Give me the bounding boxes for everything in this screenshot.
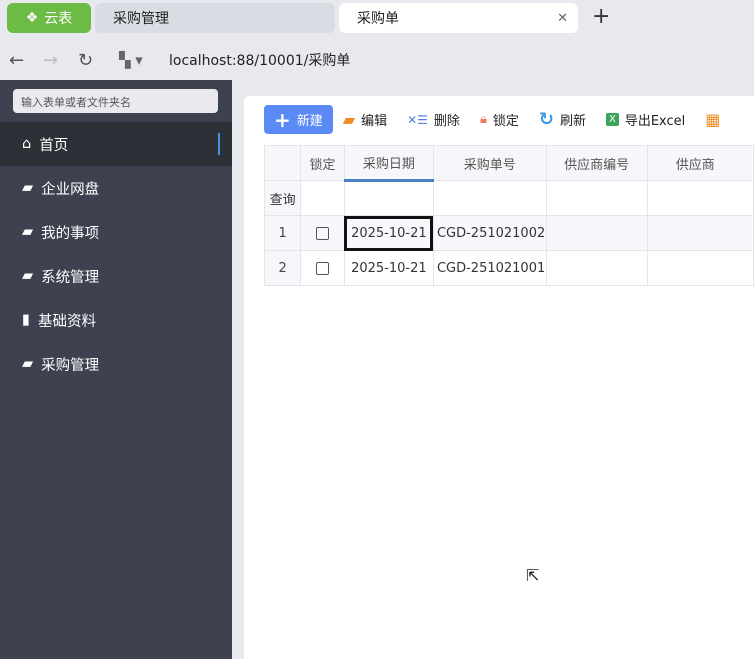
header-supplier-code[interactable]: 供应商编号 <box>545 145 648 181</box>
locked-cell[interactable] <box>300 215 345 251</box>
button-label: 新建 <box>296 114 323 129</box>
sidebar-item-label: 首页 <box>39 137 69 154</box>
edit-button[interactable]: ▰ 编辑 <box>343 110 387 129</box>
supplier-code-cell[interactable] <box>545 250 648 286</box>
sidebar-item-enterprise-disk[interactable]: ▰ 企业网盘 <box>0 166 232 210</box>
url-field[interactable]: localhost:88/10001/采购单 <box>169 50 350 70</box>
back-icon[interactable]: ← <box>9 50 24 71</box>
table-row[interactable]: 1 2025-10-21 CGD-251021002 <box>263 215 754 251</box>
locked-checkbox[interactable] <box>316 226 329 240</box>
browser-tab-bar: ❖ 云表 采购管理 采购单 ✕ + <box>0 0 754 36</box>
supplier-cell[interactable] <box>646 250 754 286</box>
reload-icon[interactable]: ↻ <box>78 50 93 71</box>
folder-icon: ▰ <box>22 180 34 196</box>
refresh-button[interactable]: ↻ 刷新 <box>539 109 586 130</box>
query-cell[interactable] <box>432 180 547 216</box>
sidebar-item-label: 系统管理 <box>41 269 100 286</box>
data-grid: 锁定 采购日期 采购单号 供应商编号 供应商 查询 1 2025-10-21 C… <box>263 145 754 286</box>
sidebar-item-label: 基础资料 <box>37 313 96 330</box>
sidebar-search-input[interactable]: 输入表单或者文件夹名 <box>13 89 218 113</box>
sidebar: 输入表单或者文件夹名 ⌂ 首页 ▰ 企业网盘 ▰ 我的事项 ▰ 系统管理 ▮ 基础资料 ▰… <box>0 80 232 659</box>
button-label: 锁定 <box>492 114 519 129</box>
close-icon[interactable]: ✕ <box>557 11 568 26</box>
sidebar-item-label: 采购管理 <box>41 357 100 374</box>
sidebar-item-label: 我的事项 <box>41 225 100 242</box>
forward-icon[interactable]: → <box>43 50 58 71</box>
tab-label: 采购管理 <box>113 11 169 27</box>
date-cell[interactable]: 2025-10-21 <box>343 250 434 286</box>
more-button[interactable]: ▦ <box>705 110 720 129</box>
header-order-no[interactable]: 采购单号 <box>432 145 547 181</box>
table-row[interactable]: 2 2025-10-21 CGD-251021001 <box>263 250 754 286</box>
header-purchase-date[interactable]: 采购日期 <box>343 145 434 182</box>
mouse-cursor-icon: ⇱ <box>526 566 540 585</box>
query-cell[interactable] <box>545 180 648 216</box>
order-no-cell[interactable]: CGD-251021002 <box>432 215 547 251</box>
address-bar: ← → ↻ ▚ ▾ localhost:88/10001/采购单 <box>0 40 754 80</box>
sidebar-item-basic-data[interactable]: ▮ 基础资料 <box>0 298 232 342</box>
lock-button[interactable]: 🔒︎ 锁定 <box>480 110 519 129</box>
order-no-cell[interactable]: CGD-251021001 <box>432 250 547 286</box>
locked-cell[interactable] <box>300 250 345 286</box>
sidebar-item-home[interactable]: ⌂ 首页 <box>0 122 232 166</box>
new-button[interactable]: + 新建 <box>264 105 333 134</box>
apps-icon[interactable]: ▚ ▾ <box>119 51 143 69</box>
supplier-code-cell[interactable] <box>545 215 648 251</box>
button-label: 编辑 <box>361 114 388 129</box>
grid-icon: ▦ <box>705 110 721 129</box>
logo-icon: ❖ <box>25 10 39 26</box>
query-label: 查询 <box>263 180 302 216</box>
sidebar-item-my-tasks[interactable]: ▰ 我的事项 <box>0 210 232 254</box>
excel-icon: X <box>605 113 619 126</box>
home-icon: ⌂ <box>22 136 32 152</box>
query-cell[interactable] <box>343 180 434 216</box>
refresh-icon: ↻ <box>538 109 554 130</box>
delete-icon: ✕☰ <box>407 112 428 127</box>
export-excel-button[interactable]: X 导出Excel <box>605 110 686 129</box>
app-tab-label: 云表 <box>44 11 73 27</box>
folder-icon: ▰ <box>22 268 34 284</box>
sidebar-item-label: 企业网盘 <box>41 181 100 198</box>
button-label: 导出Excel <box>624 114 686 129</box>
folder-open-icon: ▰ <box>342 110 356 129</box>
row-number: 1 <box>263 215 302 251</box>
plus-icon: + <box>274 107 291 132</box>
sidebar-item-purchase[interactable]: ▰ 采购管理 <box>0 342 232 386</box>
clipboard-icon: ▮ <box>22 312 30 328</box>
row-number: 2 <box>263 250 302 286</box>
tab-purchase-management[interactable]: 采购管理 <box>95 3 335 33</box>
header-locked[interactable]: 锁定 <box>300 145 345 181</box>
button-label: 刷新 <box>559 114 586 129</box>
app-tab-yunbiao[interactable]: ❖ 云表 <box>7 3 91 33</box>
query-cell[interactable] <box>646 180 754 216</box>
sidebar-item-system[interactable]: ▰ 系统管理 <box>0 254 232 298</box>
query-row: 查询 <box>263 180 754 216</box>
delete-button[interactable]: ✕☰ 删除 <box>407 110 460 130</box>
lock-icon: 🔒︎ <box>479 112 487 127</box>
date-cell[interactable]: 2025-10-21 <box>343 215 434 251</box>
header-supplier[interactable]: 供应商 <box>646 145 754 181</box>
folder-icon: ▰ <box>22 356 34 372</box>
supplier-cell[interactable] <box>646 215 754 251</box>
toolbar: + 新建 ▰ 编辑 ✕☰ 删除 🔒︎ 锁定 ↻ 刷新 X 导出Excel ▦ <box>264 105 740 134</box>
locked-checkbox[interactable] <box>316 261 329 275</box>
tab-purchase-order[interactable]: 采购单 ✕ <box>339 3 578 33</box>
header-rownum <box>263 145 302 181</box>
folder-icon: ▰ <box>22 224 34 240</box>
query-cell[interactable] <box>300 180 345 216</box>
tab-label: 采购单 <box>357 11 399 27</box>
new-tab-button[interactable]: + <box>592 4 610 29</box>
main-panel: + 新建 ▰ 编辑 ✕☰ 删除 🔒︎ 锁定 ↻ 刷新 X 导出Excel ▦ 锁定 采购日期… <box>244 96 754 659</box>
button-label: 删除 <box>433 114 460 129</box>
